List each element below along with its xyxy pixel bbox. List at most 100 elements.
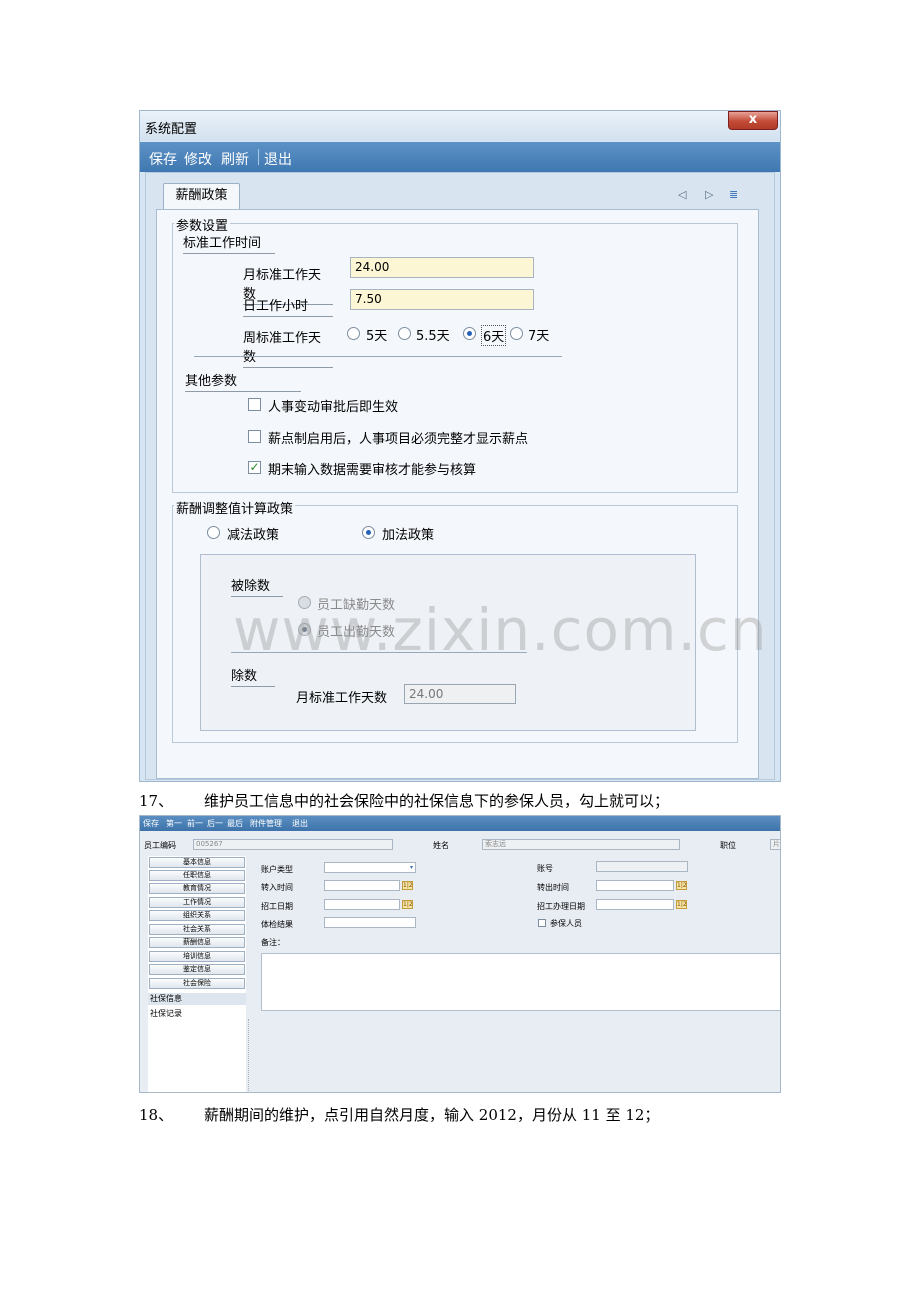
note-textarea[interactable] — [261, 953, 780, 1011]
position-input[interactable]: 片区 — [770, 839, 780, 850]
watermark: www.zixin.com.cn — [233, 596, 768, 664]
exit-button[interactable]: 退出 — [264, 149, 292, 169]
weekly-7-label: 7天 — [528, 329, 550, 344]
divisor-input[interactable]: 24.00 — [404, 684, 516, 704]
account-no-label: 账号 — [537, 864, 553, 873]
name-input[interactable]: 索志远 — [482, 839, 680, 850]
weekly-5-label: 5天 — [366, 329, 388, 344]
emp-next-button[interactable]: 后一 — [207, 818, 223, 829]
refresh-button[interactable]: 刷新 — [221, 149, 249, 169]
daily-hours-input[interactable]: 7.50 — [350, 289, 534, 310]
weekly-6-label: 6天 — [481, 325, 507, 346]
emp-prev-button[interactable]: 前一 — [187, 818, 203, 829]
other-params-label: 其他参数 — [185, 370, 301, 392]
add-policy-label: 加法政策 — [382, 528, 435, 543]
check-period-audit[interactable]: ✓ — [248, 461, 261, 474]
window-title: 系统配置 — [145, 122, 198, 137]
edit-button[interactable]: 修改 — [184, 149, 212, 169]
triangle-left-icon[interactable]: ◁ — [678, 188, 686, 201]
monthly-days-input[interactable]: 24.00 — [350, 257, 534, 278]
weekly-days-label: 周标准工作天数 — [243, 327, 333, 368]
employee-toolbar: 保存 第一 前一 后一 最后 附件管理 退出 — [140, 816, 780, 831]
check-salary-point-label: 薪点制启用后，人事项目必须完整才显示薪点 — [268, 432, 529, 447]
emp-last-button[interactable]: 最后 — [227, 818, 243, 829]
account-no-input[interactable] — [596, 861, 688, 872]
nav-training[interactable]: 培训信息 — [149, 951, 245, 962]
caption-18-text: 薪酬期间的维护，点引用自然月度，输入 2012，月份从 11 至 12； — [204, 1106, 660, 1124]
insured-label: 参保人员 — [550, 919, 582, 928]
chevron-down-icon: ▾ — [409, 864, 413, 871]
close-button[interactable]: x — [728, 111, 778, 130]
check-period-audit-label: 期末输入数据需要审核才能参与核算 — [268, 463, 477, 478]
dividend-label: 被除数 — [231, 575, 283, 597]
tab-salary-policy[interactable]: 薪酬政策 — [163, 183, 240, 209]
weekly-7-radio[interactable] — [510, 327, 523, 340]
check-hr-change-label: 人事变动审批后即生效 — [268, 400, 399, 415]
sub-social-info[interactable]: 社保信息 — [148, 993, 246, 1005]
add-policy-radio[interactable] — [362, 526, 375, 539]
emp-first-button[interactable]: 第一 — [166, 818, 182, 829]
note-label: 备注： — [261, 938, 285, 947]
exam-result-input[interactable] — [324, 917, 416, 928]
account-type-select[interactable]: ▾ — [324, 862, 416, 873]
toolbar: 保存 修改 刷新 退出 — [140, 142, 780, 172]
emp-code-input[interactable]: 005267 — [193, 839, 393, 850]
weekly-5-5-label: 5.5天 — [416, 329, 450, 344]
calendar-icon[interactable]: 1|2 — [402, 881, 413, 890]
triangle-right-icon[interactable]: ▷ — [705, 188, 713, 201]
toolbar-separator — [258, 149, 259, 165]
list-icon[interactable]: ≣ — [729, 188, 738, 201]
transfer-out-input[interactable] — [596, 880, 674, 891]
divider — [194, 356, 562, 357]
calendar-icon[interactable]: 1|2 — [676, 881, 687, 890]
insured-checkbox[interactable] — [538, 919, 546, 927]
system-config-window: 系统配置 x 保存 修改 刷新 退出 薪酬政策 ◁ ▷ ≣ 参数设置 标准工作时… — [139, 110, 781, 782]
caption-17-text: 维护员工信息中的社会保险中的社保信息下的参保人员，勾上就可以； — [204, 792, 670, 810]
hire-date-label: 招工日期 — [261, 902, 293, 911]
nav-org[interactable]: 组织关系 — [149, 910, 245, 921]
weekly-5-5-radio[interactable] — [398, 327, 411, 340]
transfer-out-label: 转出时间 — [537, 883, 569, 892]
subtract-policy-label: 减法政策 — [227, 528, 280, 543]
nav-salary[interactable]: 薪酬信息 — [149, 937, 245, 948]
daily-hours-label: 日工作小时 — [243, 295, 333, 317]
window-titlebar: 系统配置 x — [140, 111, 780, 141]
transfer-in-input[interactable] — [324, 880, 400, 891]
nav-basic-info[interactable]: 基本信息 — [149, 857, 245, 868]
exam-result-label: 体检结果 — [261, 920, 293, 929]
check-salary-point[interactable] — [248, 430, 261, 443]
weekly-6-radio[interactable] — [463, 327, 476, 340]
nav-job-info[interactable]: 任职信息 — [149, 870, 245, 881]
calendar-icon[interactable]: 1|2 — [676, 900, 687, 909]
hire-proc-input[interactable] — [596, 899, 674, 910]
check-hr-change[interactable] — [248, 398, 261, 411]
emp-attachment-button[interactable]: 附件管理 — [250, 818, 282, 829]
nav-work[interactable]: 工作情况 — [149, 897, 245, 908]
tab-panel: 参数设置 标准工作时间 月标准工作天数 24.00 日工作小时 7.50 周标准… — [156, 209, 759, 779]
caption-17-number: 17、 — [139, 792, 174, 810]
nav-education[interactable]: 教育情况 — [149, 883, 245, 894]
weekly-5-radio[interactable] — [347, 327, 360, 340]
calendar-icon[interactable]: 1|2 — [402, 900, 413, 909]
hire-proc-label: 招工办理日期 — [537, 902, 585, 911]
position-label: 职位 — [720, 841, 736, 850]
emp-code-label: 员工编码 — [144, 841, 176, 850]
nav-insurance[interactable]: 社会保险 — [149, 978, 245, 989]
name-label: 姓名 — [433, 841, 449, 850]
account-type-label: 账户类型 — [261, 865, 293, 874]
emp-exit-button[interactable]: 退出 — [292, 818, 308, 829]
hire-date-input[interactable] — [324, 899, 400, 910]
subtract-policy-radio[interactable] — [207, 526, 220, 539]
divisor-label: 除数 — [231, 665, 275, 687]
emp-save-button[interactable]: 保存 — [143, 818, 159, 829]
nav-social[interactable]: 社会关系 — [149, 924, 245, 935]
adjust-group-label: 薪酬调整值计算政策 — [174, 498, 296, 517]
save-button[interactable]: 保存 — [149, 149, 177, 169]
employee-info-window: 保存 第一 前一 后一 最后 附件管理 退出 员工编码 005267 姓名 索志… — [139, 815, 781, 1093]
sub-social-records[interactable]: 社保记录 — [150, 1008, 182, 1019]
dialog-body: 薪酬政策 ◁ ▷ ≣ 参数设置 标准工作时间 月标准工作天数 24.00 日工作… — [145, 172, 775, 780]
caption-18-number: 18、 — [139, 1106, 174, 1124]
transfer-in-label: 转入时间 — [261, 883, 293, 892]
divisor-field-label: 月标准工作天数 — [296, 691, 388, 706]
nav-appraisal[interactable]: 鉴定信息 — [149, 964, 245, 975]
